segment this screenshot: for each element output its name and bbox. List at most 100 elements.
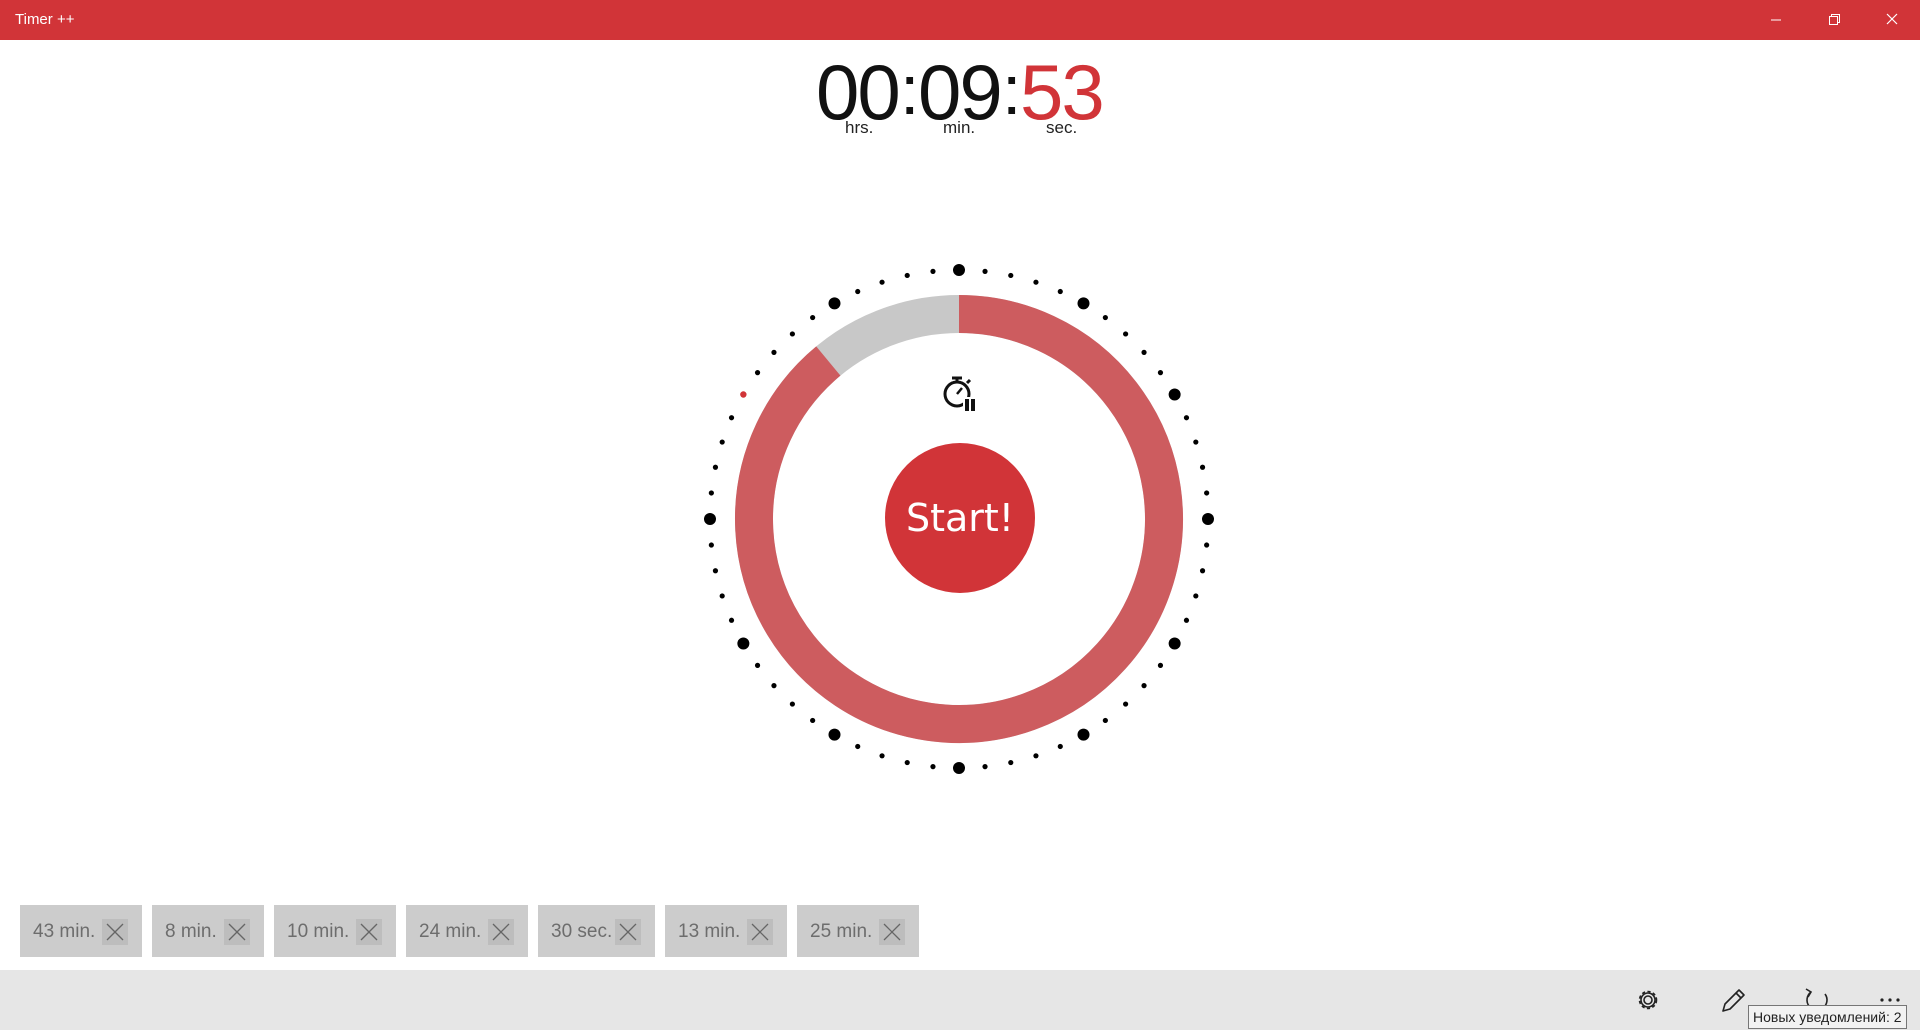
dial-minor-tick xyxy=(904,759,910,766)
dial-minor-tick xyxy=(771,349,777,355)
dial-major-tick xyxy=(953,264,965,276)
dial-minor-tick xyxy=(810,717,816,724)
dial-minor-tick xyxy=(1123,331,1129,337)
notifications-tooltip: Новых уведомлений: 2 xyxy=(1748,1005,1907,1029)
preset-chip[interactable]: 43 min. xyxy=(20,905,142,957)
start-button[interactable]: Start! xyxy=(885,443,1035,593)
dial-major-tick xyxy=(737,637,750,650)
dial-minor-tick xyxy=(982,268,988,274)
dial-minor-tick xyxy=(1033,279,1039,285)
dial-minor-tick xyxy=(754,370,761,376)
time-separator: : xyxy=(900,51,920,129)
dial-minor-tick xyxy=(1141,349,1147,355)
dial-minor-tick xyxy=(879,279,885,285)
close-icon xyxy=(228,923,246,941)
dial-minor-tick xyxy=(754,662,761,668)
time-display: 00 : 09 : 53 hrs. min. sec. xyxy=(0,40,1920,150)
dial-minor-tick xyxy=(771,683,777,689)
dial-minor-tick xyxy=(982,764,988,770)
dial-minor-tick xyxy=(1123,701,1129,707)
dial-minor-tick xyxy=(708,490,714,496)
dial-minor-tick xyxy=(904,272,910,279)
remove-preset-button[interactable] xyxy=(747,919,773,945)
app-title: Timer ++ xyxy=(15,11,75,28)
close-icon xyxy=(883,923,901,941)
restore-button[interactable] xyxy=(1806,0,1862,40)
dial-minor-tick xyxy=(1204,490,1210,496)
dial-major-tick xyxy=(1168,637,1181,650)
dial-major-tick xyxy=(1077,297,1090,310)
dial-major-tick xyxy=(704,513,716,525)
dial-minor-tick xyxy=(1199,568,1206,574)
preset-label: 43 min. xyxy=(33,921,96,942)
time-separator: : xyxy=(1002,51,1022,129)
preset-chip[interactable]: 24 min. xyxy=(406,905,528,957)
close-button[interactable] xyxy=(1864,0,1920,40)
dial-major-tick xyxy=(1077,728,1090,741)
dial-minor-tick xyxy=(728,617,735,623)
dial-minor-tick xyxy=(719,439,725,445)
dial-minor-tick xyxy=(712,464,719,470)
dial-minor-tick xyxy=(789,331,795,337)
preset-chip[interactable]: 25 min. xyxy=(797,905,919,957)
restore-icon xyxy=(1829,14,1840,25)
settings-button[interactable] xyxy=(1626,980,1670,1020)
settings-icon xyxy=(1638,990,1658,1010)
dial-minor-tick xyxy=(1193,593,1199,599)
dial-minor-tick xyxy=(1141,683,1147,689)
dial-major-tick xyxy=(828,297,841,310)
close-icon xyxy=(1886,13,1898,25)
dial-minor-tick xyxy=(930,764,936,770)
preset-chip[interactable]: 13 min. xyxy=(665,905,787,957)
minimize-icon xyxy=(1771,19,1781,21)
dial-major-tick xyxy=(1202,513,1214,525)
dial-minor-tick xyxy=(1057,288,1063,295)
preset-label: 24 min. xyxy=(419,921,482,942)
dial-minor-tick xyxy=(789,701,795,707)
dial-minor-tick xyxy=(712,568,719,574)
title-bar: Timer ++ xyxy=(0,0,1920,40)
dial-minor-tick xyxy=(855,743,861,750)
dial-major-tick xyxy=(828,728,841,741)
preset-chip[interactable]: 10 min. xyxy=(274,905,396,957)
dial-minor-tick xyxy=(728,415,735,421)
dial-minor-tick xyxy=(1102,717,1108,724)
remove-preset-button[interactable] xyxy=(615,919,641,945)
close-icon xyxy=(619,923,637,941)
seconds-unit-label: sec. xyxy=(1046,118,1078,137)
preset-label: 8 min. xyxy=(165,921,217,942)
close-icon xyxy=(360,923,378,941)
remove-preset-button[interactable] xyxy=(224,919,250,945)
close-icon xyxy=(106,923,124,941)
dial-minor-tick xyxy=(1008,272,1014,279)
close-icon xyxy=(492,923,510,941)
dial-minor-tick xyxy=(1204,542,1210,548)
remove-preset-button[interactable] xyxy=(488,919,514,945)
dial-minor-tick xyxy=(708,542,714,548)
close-icon xyxy=(751,923,769,941)
remove-preset-button[interactable] xyxy=(356,919,382,945)
dial-minor-tick xyxy=(1193,439,1199,445)
preset-label: 10 min. xyxy=(287,921,350,942)
dial-minor-tick xyxy=(1183,617,1190,623)
remove-preset-button[interactable] xyxy=(879,919,905,945)
stopwatch-pause-icon[interactable] xyxy=(940,372,978,412)
dial-minor-tick xyxy=(879,753,885,759)
preset-chip[interactable]: 30 sec. xyxy=(538,905,655,957)
dial-minor-tick xyxy=(1157,370,1164,376)
command-bar xyxy=(0,970,1920,1030)
dial-minor-tick xyxy=(1102,314,1108,321)
preset-label: 13 min. xyxy=(678,921,741,942)
dial-minor-tick xyxy=(1008,759,1014,766)
preset-label: 25 min. xyxy=(810,921,873,942)
dial-minor-tick xyxy=(1199,464,1206,470)
preset-chip[interactable]: 8 min. xyxy=(152,905,264,957)
remove-preset-button[interactable] xyxy=(102,919,128,945)
dial-minor-tick xyxy=(1157,662,1164,668)
dial-minor-tick xyxy=(1183,415,1190,421)
minimize-button[interactable] xyxy=(1748,0,1804,40)
dial-minor-tick xyxy=(1033,753,1039,759)
minutes-unit-label: min. xyxy=(943,118,976,137)
dial-major-tick xyxy=(740,391,747,398)
dial-major-tick xyxy=(953,762,965,774)
